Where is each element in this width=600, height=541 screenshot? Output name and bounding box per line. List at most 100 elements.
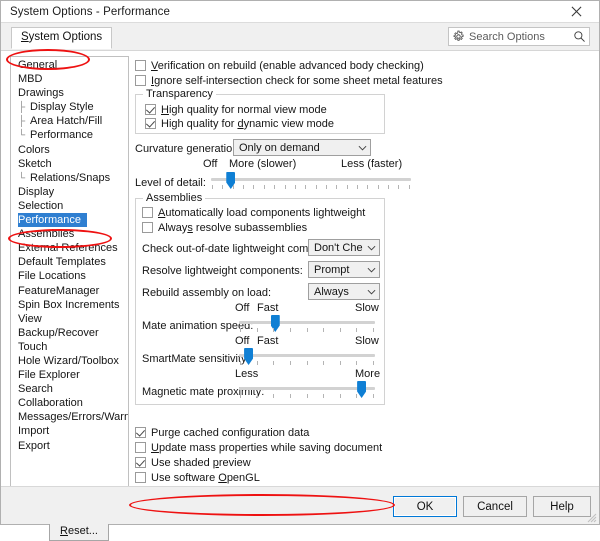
checkbox-update-mass-properties[interactable]: Update mass properties while saving docu… [135,442,382,454]
sidebar-item-backup-recover[interactable]: Backup/Recover [11,326,128,340]
sidebar-item-export[interactable]: Export [11,439,128,453]
sidebar-item-label: General [18,59,57,71]
sidebar-item-search[interactable]: Search [11,382,128,396]
sidebar-item-label: Export [18,440,50,452]
checkbox-label: Use shaded preview [151,457,251,469]
checkbox-use-shaded-preview[interactable]: Use shaded preview [135,457,251,469]
sidebar-item-general[interactable]: General [11,58,128,72]
help-button-label: Help [550,501,574,513]
sidebar-item-label: Drawings [18,87,64,99]
checkbox-box[interactable] [135,457,146,468]
dialog-body: General MBD Drawings├Display Style├Area Ha… [1,51,599,486]
smartmate-sensitivity-slider[interactable] [239,354,375,357]
check-outofdate-lightweight-dropdown[interactable]: Don't Check [308,239,380,256]
sidebar-item-default-templates[interactable]: Default Templates [11,255,128,269]
checkbox-always-resolve-subassemblies[interactable]: Always resolve subassemblies [142,222,307,234]
tab-system-options[interactable]: System Options [11,27,112,49]
sidebar-item-external-references[interactable]: External References [11,241,128,255]
checkbox-box[interactable] [135,472,146,483]
rebuild-assembly-on-load-label: Rebuild assembly on load: [142,287,271,299]
sidebar-item-performance[interactable]: Performance [11,213,128,227]
smartmate-ticks [240,361,374,365]
magnetic-proximity-right-label: More [355,368,380,380]
resolve-lightweight-dropdown[interactable]: Prompt [308,261,380,278]
search-input[interactable]: Search Options [448,27,590,46]
options-toolbar: System Options Search Options [1,23,599,51]
tree-branch-icon: ├ [18,101,30,114]
resize-grip-icon[interactable] [585,511,597,523]
close-icon[interactable] [554,1,599,22]
sidebar-item-drawings[interactable]: Drawings [11,86,128,100]
sidebar-item-colors[interactable]: Colors [11,143,128,157]
sidebar-item-display-style[interactable]: ├Display Style [11,100,128,114]
cancel-button-label: Cancel [477,501,513,513]
search-icon[interactable] [573,30,586,43]
tree-branch-icon: └ [18,172,30,185]
sidebar-item-relations-snaps[interactable]: └Relations/Snaps [11,171,128,185]
sidebar-item-label: MBD [18,73,42,85]
sidebar-item-area-hatch-fill[interactable]: ├Area Hatch/Fill [11,114,128,128]
mate-animation-right-label: Slow [355,302,379,314]
sidebar-item-performance[interactable]: └Performance [11,128,128,142]
reset-button[interactable]: Reset... [49,521,109,541]
chevron-down-icon [363,267,379,273]
dialog-footer: OK Cancel Help [1,486,599,524]
checkbox-box[interactable] [135,427,146,438]
sidebar-item-featuremanager[interactable]: FeatureManager [11,284,128,298]
sidebar-item-mbd[interactable]: MBD [11,72,128,86]
sidebar-item-label: Sketch [18,158,52,170]
checkbox-box[interactable] [142,207,153,218]
checkbox-box[interactable] [135,75,146,86]
sidebar-item-hole-wizard-toolbox[interactable]: Hole Wizard/Toolbox [11,354,128,368]
checkbox-box[interactable] [135,60,146,71]
sidebar-item-file-explorer[interactable]: File Explorer [11,368,128,382]
sidebar-item-sketch[interactable]: Sketch [11,157,128,171]
sidebar-item-label: Search [18,383,53,395]
sidebar-item-label: Hole Wizard/Toolbox [18,355,119,367]
resolve-lightweight-label: Resolve lightweight components: [142,265,303,277]
sidebar-item-touch[interactable]: Touch [11,340,128,354]
smartmate-sensitivity-label: SmartMate sensitivity: [142,353,250,365]
mate-animation-speed-slider[interactable] [239,321,375,324]
search-placeholder: Search Options [465,31,573,43]
sidebar-item-file-locations[interactable]: File Locations [11,269,128,283]
level-of-detail-slider[interactable] [211,178,411,181]
curvature-generation-dropdown[interactable]: Only on demand [233,139,371,156]
sidebar-item-assemblies[interactable]: Assemblies [11,227,128,241]
checkbox-label: Use software OpenGL [151,472,260,484]
checkbox-auto-load-lightweight[interactable]: Automatically load components lightweigh… [142,207,365,219]
sidebar-item-label: File Explorer [18,369,80,381]
ok-button[interactable]: OK [393,496,457,517]
checkbox-box[interactable] [145,118,156,129]
sidebar-item-spin-box-increments[interactable]: Spin Box Increments [11,298,128,312]
sidebar-item-label: File Locations [18,270,86,282]
rebuild-assembly-on-load-dropdown[interactable]: Always [308,283,380,300]
sidebar-item-label: Area Hatch/Fill [30,115,102,127]
checkbox-label: Purge cached configuration data [151,427,309,439]
sidebar-item-label: Performance [18,213,87,227]
sidebar-item-display[interactable]: Display [11,185,128,199]
checkbox-box[interactable] [142,222,153,233]
checkbox-box[interactable] [135,442,146,453]
sidebar-item-collaboration[interactable]: Collaboration [11,396,128,410]
resolve-lightweight-value: Prompt [309,264,363,276]
checkbox-ignore-self-intersection[interactable]: Ignore self-intersection check for some … [135,75,443,87]
cancel-button[interactable]: Cancel [463,496,527,517]
sidebar-item-import[interactable]: Import [11,424,128,438]
checkbox-box[interactable] [145,104,156,115]
checkbox-label: Automatically load components lightweigh… [158,207,365,219]
checkbox-high-quality-dynamic-view[interactable]: High quality for dynamic view mode [145,118,334,130]
sidebar-item-label: Backup/Recover [18,327,99,339]
sidebar-item-selection[interactable]: Selection [11,199,128,213]
checkbox-purge-cached-config[interactable]: Purge cached configuration data [135,427,309,439]
options-category-list[interactable]: General MBD Drawings├Display Style├Area Ha… [10,56,129,507]
sidebar-item-messages-errors-warnings[interactable]: Messages/Errors/Warnings [11,410,128,424]
magnetic-mate-proximity-slider[interactable] [239,387,375,390]
check-outofdate-lightweight-value: Don't Check [309,242,363,254]
checkbox-use-software-opengl[interactable]: Use software OpenGL [135,472,260,484]
checkbox-verification-on-rebuild[interactable]: Verification on rebuild (enable advanced… [135,60,424,72]
checkbox-high-quality-normal-view[interactable]: High quality for normal view mode [145,104,327,116]
sidebar-item-view[interactable]: View [11,312,128,326]
help-button[interactable]: Help [533,496,591,517]
magnetic-proximity-ticks [240,394,374,398]
